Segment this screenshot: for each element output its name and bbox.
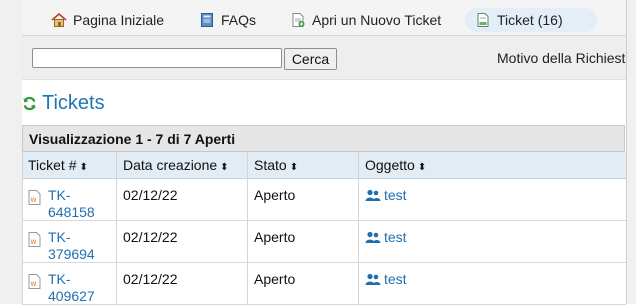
search-bar: Cerca Motivo della Richiest xyxy=(22,36,626,80)
column-header-created-label: Data creazione xyxy=(123,157,218,173)
nav-home-label: Pagina Iniziale xyxy=(73,12,165,28)
svg-text:W: W xyxy=(31,197,37,204)
nav-faqs-label: FAQs xyxy=(221,12,257,28)
created-date: 02/12/22 xyxy=(123,229,178,245)
nav-home[interactable]: Pagina Iniziale xyxy=(51,8,201,32)
book-icon xyxy=(201,13,213,27)
subject-link[interactable]: test xyxy=(384,271,407,288)
column-header-subject[interactable]: Oggetto ⬍ xyxy=(365,152,426,178)
status-text: Aperto xyxy=(254,271,296,287)
ticket-web-icon: W xyxy=(28,232,41,247)
ticket-number-link[interactable]: TK-648158 xyxy=(48,187,108,221)
ticket-number-link[interactable]: TK-409627 xyxy=(48,271,108,305)
page-title-text: Tickets xyxy=(42,92,105,114)
column-header-subject-label: Oggetto xyxy=(365,157,415,173)
column-header-status[interactable]: Stato ⬍ xyxy=(254,152,298,178)
top-navigation: Pagina Iniziale FAQs Apri un Nuovo Ticke… xyxy=(22,0,626,36)
svg-text:W: W xyxy=(31,281,37,288)
refresh-icon[interactable] xyxy=(22,96,37,111)
column-header-ticket-label: Ticket # xyxy=(28,157,77,173)
home-icon xyxy=(51,12,67,27)
new-ticket-icon xyxy=(292,13,305,27)
nav-faqs[interactable]: FAQs xyxy=(199,8,269,32)
column-divider xyxy=(358,152,359,304)
subject-link[interactable]: test xyxy=(384,229,407,246)
column-header-status-label: Stato xyxy=(254,157,287,173)
document-icon xyxy=(477,13,489,27)
table-row: W TK-379694 02/12/22 Aperto test xyxy=(22,221,626,263)
column-divider xyxy=(247,152,248,304)
sort-icon: ⬍ xyxy=(220,162,229,173)
status-text: Aperto xyxy=(254,187,296,203)
users-icon xyxy=(365,273,381,285)
users-icon xyxy=(365,189,381,201)
search-input[interactable] xyxy=(32,48,282,68)
column-divider xyxy=(116,152,117,304)
column-divider xyxy=(22,152,23,304)
ticket-web-icon: W xyxy=(28,274,41,289)
sort-icon: ⬍ xyxy=(417,162,427,173)
subject-link[interactable]: test xyxy=(384,187,407,204)
table-row: W TK-409627 02/12/22 Aperto test xyxy=(22,263,626,305)
column-header-ticket[interactable]: Ticket # ⬍ xyxy=(28,152,88,178)
search-button[interactable]: Cerca xyxy=(284,48,337,70)
tickets-table: Visualizzazione 1 - 7 di 7 Aperti Ticket… xyxy=(22,125,626,305)
column-header-created[interactable]: Data creazione ⬍ xyxy=(123,152,229,178)
ticket-number-link[interactable]: TK-379694 xyxy=(48,229,108,263)
table-row: W TK-648158 02/12/22 Aperto test xyxy=(22,179,626,221)
sort-icon: ⬍ xyxy=(289,162,299,173)
created-date: 02/12/22 xyxy=(123,187,178,203)
created-date: 02/12/22 xyxy=(123,271,178,287)
status-text: Aperto xyxy=(254,229,296,245)
nav-new-ticket-label: Apri un Nuovo Ticket xyxy=(312,12,442,28)
table-header: Ticket # ⬍ Data creazione ⬍ Stato ⬍ Oggetto… xyxy=(22,152,626,179)
window-frame-left xyxy=(0,0,22,304)
nav-tickets[interactable]: Ticket (16) xyxy=(465,8,597,32)
request-reason-label: Motivo della Richiest xyxy=(497,50,626,66)
sort-icon: ⬍ xyxy=(79,162,88,173)
window-scrollbar[interactable] xyxy=(626,0,636,304)
users-icon xyxy=(365,231,381,243)
nav-new-ticket[interactable]: Apri un Nuovo Ticket xyxy=(290,8,450,32)
nav-tickets-label: Ticket (16) xyxy=(497,12,563,28)
svg-text:W: W xyxy=(31,239,37,246)
table-caption: Visualizzazione 1 - 7 di 7 Aperti xyxy=(22,125,625,152)
ticket-web-icon: W xyxy=(28,190,41,205)
